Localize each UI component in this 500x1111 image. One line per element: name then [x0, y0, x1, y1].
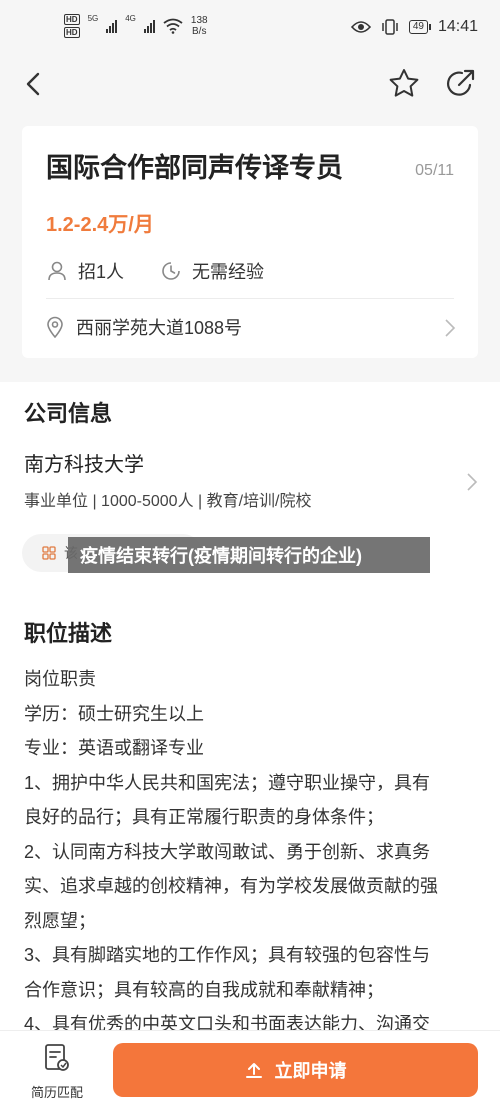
job-address[interactable]: 西丽学苑大道1088号 [46, 314, 242, 340]
experience: 无需经验 [160, 258, 264, 284]
job-title: 国际合作部同声传译专员 [46, 153, 343, 183]
description-line: 合作意识；具有较高的自我成就和奉献精神； [24, 979, 384, 1000]
description-line: 1、拥护中华人民共和国宪法；遵守职业操守，具有 [24, 772, 431, 793]
clock-time: 14:41 [437, 18, 478, 35]
apply-label: 立即申请 [274, 1061, 347, 1081]
divider [46, 298, 454, 299]
job-date: 05/11 [415, 162, 454, 179]
experience-label: 无需经验 [192, 262, 265, 282]
hd-badge-2: HD [64, 27, 80, 38]
job-meta: 招1人 无需经验 [46, 258, 264, 284]
company-info: 事业单位 | 1000-5000人 | 教育/培训/院校 [24, 493, 312, 510]
company-section-title: 公司信息 [24, 401, 113, 426]
resume-match-button[interactable]: 简历匹配 [24, 1043, 90, 1101]
description-line: 专业：英语或翻译专业 [24, 738, 204, 758]
speed-value: 138 [190, 15, 208, 26]
status-left: HD HD 5G 4G 138 B/s [64, 14, 208, 38]
bottom-action-bar: 简历匹配 立即申请 [0, 1030, 500, 1111]
resume-icon [45, 1044, 69, 1071]
description-section-title: 职位描述 [24, 621, 113, 646]
headcount: 招1人 [46, 258, 124, 284]
signal-label-1: 5G [87, 14, 99, 23]
description-line: 岗位职责 [24, 669, 96, 689]
chevron-left-icon[interactable] [18, 66, 54, 102]
wifi-icon [163, 18, 183, 34]
location-pin-icon [47, 316, 63, 338]
battery-icon: 49 [408, 20, 432, 34]
speed-unit: B/s [192, 26, 207, 37]
description-line: 学历：硕士研究生以上 [24, 703, 204, 724]
hd-badge-1: HD [64, 14, 80, 25]
clock-icon [162, 262, 180, 280]
description-line: 实、追求卓越的创校精神，有为学校发展做贡献的强 [24, 876, 438, 896]
apply-button[interactable]: 立即申请 [113, 1043, 478, 1097]
network-speed: 138 B/s [191, 15, 208, 37]
upload-icon [245, 1063, 262, 1078]
address-label: 西丽学苑大道1088号 [76, 318, 243, 338]
description-line: 良好的品行；具有正常履行职责的身体条件； [24, 807, 384, 827]
chevron-right-icon[interactable] [444, 318, 456, 338]
headcount-label: 招1人 [78, 262, 125, 282]
description-line: 烈愿望； [24, 910, 96, 931]
company-name[interactable]: 南方科技大学 [24, 448, 144, 477]
description-line: 2、认同南方科技大学敢闯敢试、勇于创新、求真务 [24, 841, 431, 862]
resume-match-label: 简历匹配 [30, 1085, 83, 1100]
chevron-right-icon[interactable] [466, 472, 478, 492]
grid-icon [42, 546, 56, 560]
status-bar: HD HD 5G 4G 138 B/s 49 14:41 [0, 0, 500, 56]
description-line: 3、具有脚踏实地的工作作风；具有较强的包容性与 [24, 945, 431, 965]
signal-icon [143, 19, 155, 33]
job-salary: 1.2-2.4万/月 [46, 214, 154, 236]
person-icon [48, 261, 66, 281]
signal-label-2: 4G [125, 14, 136, 23]
star-icon[interactable] [384, 64, 424, 104]
job-summary-card: 国际合作部同声传译专员 05/11 1.2-2.4万/月 招1人 无需经验 西丽… [22, 126, 478, 358]
nav-bar [0, 56, 500, 112]
share-icon[interactable] [440, 64, 480, 104]
job-description: 岗位职责 学历：硕士研究生以上 专业：英语或翻译专业 1、拥护中华人民共和国宪法… [24, 662, 476, 1042]
overlay-banner: 疫情结束转行(疫情期间转行的企业) [68, 537, 430, 573]
status-right: 49 14:41 [350, 18, 478, 36]
vibrate-icon [382, 19, 398, 35]
eye-icon [350, 21, 371, 33]
signal-icon [106, 19, 118, 33]
